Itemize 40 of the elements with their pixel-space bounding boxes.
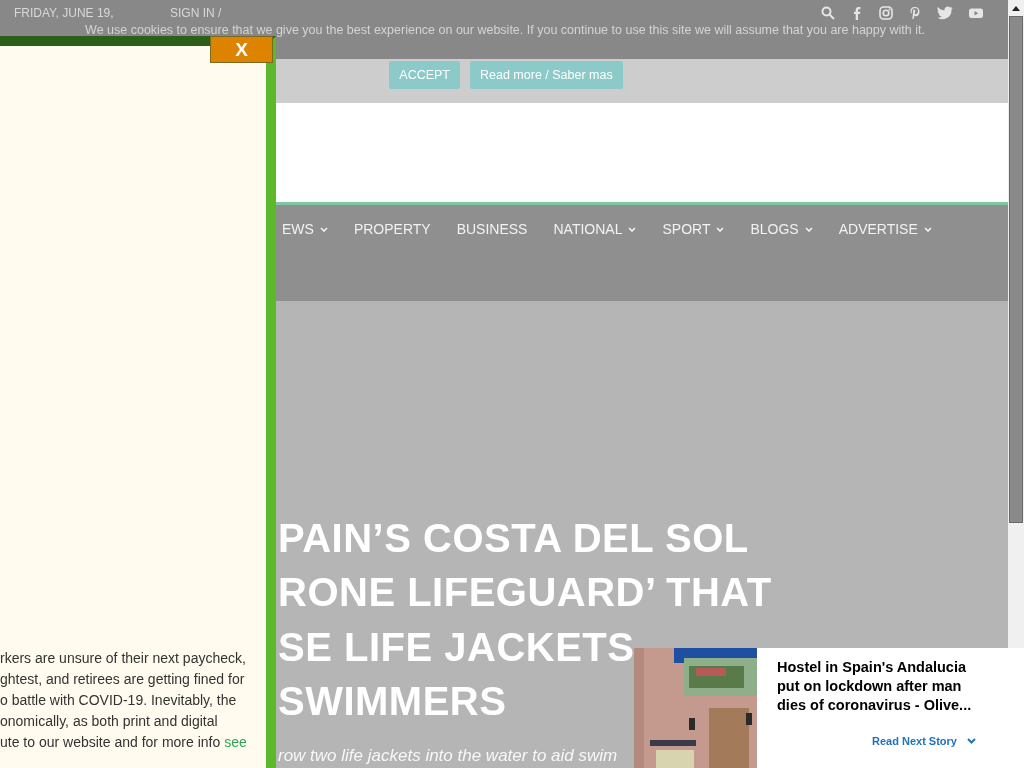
cookie-message: We use cookies to ensure that we give you the best experience on our website. If you continue to use this site we will assume that you are happy with it. — [84, 22, 926, 39]
twitter-icon[interactable] — [937, 6, 953, 20]
headline-line: PAIN’S COSTA DEL SOL — [278, 514, 749, 562]
scrollbar[interactable] — [1008, 0, 1024, 648]
paragraph-line: ghtest, and retirees are getting fined for — [0, 670, 245, 689]
paragraph-line: rkers are unsure of their next paycheck, — [0, 649, 246, 668]
paragraph-line: ute to our website and for more info — [0, 733, 221, 752]
nav-item[interactable]: BLOGS — [750, 219, 813, 241]
search-icon[interactable] — [821, 6, 835, 20]
instagram-icon[interactable] — [879, 6, 893, 20]
sign-in-link[interactable]: SIGN IN / — [170, 6, 222, 20]
chevron-down-icon — [628, 227, 637, 233]
pinterest-icon[interactable] — [908, 6, 922, 20]
next-story-title[interactable]: Hostel in Spain's Andalucia put on lockdown after man dies of coronavirus - Olive... — [777, 658, 992, 715]
chevron-down-icon — [716, 227, 725, 233]
see-link[interactable]: see — [224, 732, 247, 753]
accept-button[interactable]: ACCEPT — [389, 60, 460, 89]
headline-line: SWIMMERS — [278, 678, 507, 725]
date-text: FRIDAY, JUNE 19, — [14, 6, 115, 20]
close-button[interactable]: X — [210, 36, 273, 63]
chevron-down-icon — [804, 227, 813, 233]
nav-item[interactable]: NATIONAL — [553, 219, 637, 241]
article-subtitle: row two life jackets into the water to aid swim — [278, 744, 618, 767]
scrollbar-thumb[interactable] — [1009, 16, 1023, 523]
nav-item[interactable]: BUSINESS — [456, 219, 528, 241]
headline-line: RONE LIFEGUARD’ THAT — [278, 569, 772, 616]
chevron-down-icon[interactable] — [967, 738, 976, 745]
nav-item[interactable]: EWS — [282, 219, 328, 241]
nav-item[interactable]: PROPERTY — [353, 219, 431, 241]
read-more-button[interactable]: Read more / Saber mas — [470, 60, 623, 89]
paragraph-line: onomically, as both print and digital — [0, 712, 218, 731]
nav-item[interactable]: SPORT — [662, 219, 725, 241]
scroll-up-icon[interactable] — [1012, 5, 1020, 11]
youtube-icon[interactable] — [968, 6, 984, 20]
nav-item[interactable]: ADVERTISE — [838, 219, 932, 241]
chevron-down-icon — [923, 227, 932, 233]
paragraph-line: o battle with COVID-19. Inevitably, the — [0, 691, 237, 710]
chevron-down-icon — [319, 227, 328, 233]
read-next-story-link[interactable]: Read Next Story — [872, 733, 957, 750]
headline-line: SE LIFE JACKETS — [278, 623, 635, 671]
